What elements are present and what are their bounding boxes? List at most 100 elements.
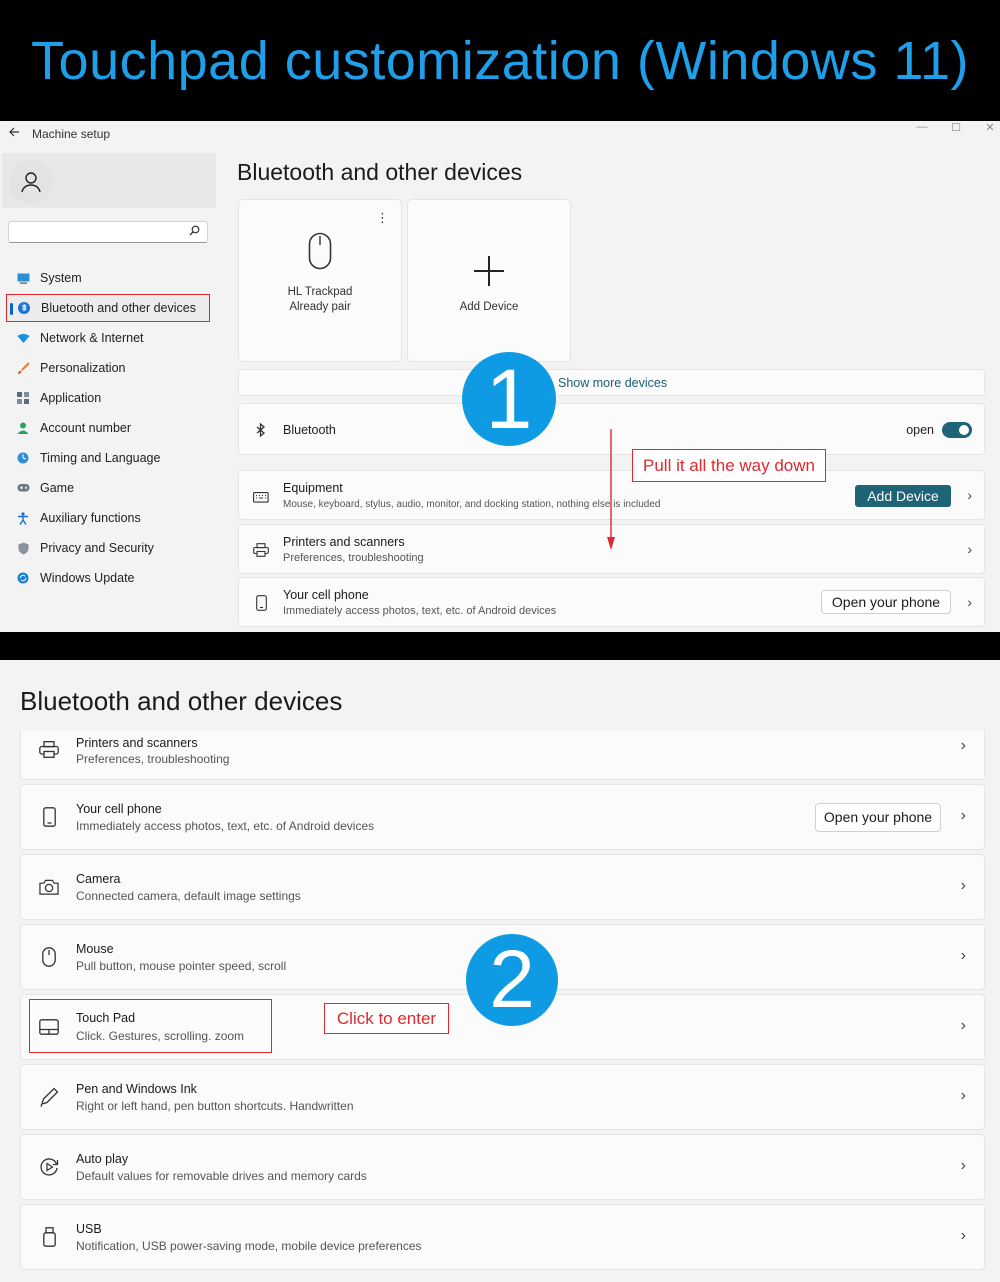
phone-sub: Immediately access photos, text, etc. of… <box>283 605 557 617</box>
maximize-icon[interactable]: ☐ <box>939 121 973 135</box>
chevron-right-icon: › <box>960 877 966 894</box>
touchpad-icon <box>39 1017 59 1037</box>
usb-sub: Notification, USB power-saving mode, mob… <box>76 1239 422 1253</box>
sidebar-item-application[interactable]: Application <box>6 383 210 413</box>
page-title: Bluetooth and other devices <box>20 686 343 716</box>
more-options-icon[interactable]: ⋮ <box>376 210 389 226</box>
search-input[interactable] <box>9 222 179 242</box>
chevron-right-icon: › <box>960 947 966 964</box>
accessibility-icon <box>16 511 30 525</box>
show-more-link[interactable]: Show more devices <box>558 376 667 390</box>
update-icon <box>16 571 30 585</box>
gamepad-icon <box>16 481 30 495</box>
autoplay-sub: Default values for removable drives and … <box>76 1169 367 1183</box>
sidebar-item-personalization[interactable]: Personalization <box>6 353 210 383</box>
printers-row[interactable]: Printers and scanners Preferences, troub… <box>20 730 985 780</box>
autoplay-icon <box>39 1157 59 1177</box>
monitor-icon <box>16 271 30 285</box>
shield-icon <box>16 541 30 555</box>
add-device-card[interactable]: Add Device <box>407 199 571 362</box>
device-status: Already pair <box>289 301 351 313</box>
arrow-down-icon <box>607 429 615 550</box>
keyboard-icon <box>253 488 269 504</box>
camera-sub: Connected camera, default image settings <box>76 889 301 903</box>
close-icon[interactable]: ✕ <box>973 121 1000 135</box>
bluetooth-toggle[interactable] <box>942 422 972 438</box>
minimize-icon[interactable]: — <box>905 121 939 135</box>
sidebar-item-accessibility[interactable]: Auxiliary functions <box>6 503 210 533</box>
bluetooth-icon <box>253 422 269 438</box>
sidebar-nav: System Bluetooth and other devices Netwo… <box>6 263 210 593</box>
open-phone-button[interactable]: Open your phone <box>815 803 941 832</box>
sidebar-item-game[interactable]: Game <box>6 473 210 503</box>
autoplay-row[interactable]: Auto play Default values for removable d… <box>20 1134 985 1200</box>
separator <box>0 632 1000 660</box>
printers-sub: Preferences, troubleshooting <box>76 752 230 766</box>
touchpad-highlight <box>29 999 272 1053</box>
autoplay-title: Auto play <box>76 1152 129 1166</box>
phone-icon <box>253 595 269 611</box>
chevron-right-icon: › <box>960 1087 966 1104</box>
search-icon[interactable] <box>189 225 200 239</box>
device-card-trackpad[interactable]: ⋮ HL Trackpad Already pair <box>238 199 402 362</box>
back-arrow-icon[interactable] <box>8 126 22 140</box>
apps-icon <box>16 391 30 405</box>
pen-row[interactable]: Pen and Windows Ink Right or left hand, … <box>20 1064 985 1130</box>
device-name: HL Trackpad <box>287 286 353 298</box>
phone-icon <box>39 807 59 827</box>
mouse-sub: Pull button, mouse pointer speed, scroll <box>76 959 287 973</box>
person-icon <box>16 421 30 435</box>
chevron-right-icon: › <box>960 1157 966 1174</box>
search-box <box>8 221 208 243</box>
avatar[interactable] <box>9 160 53 204</box>
sidebar-item-windows-update[interactable]: Windows Update <box>6 563 210 593</box>
sidebar-item-time-language[interactable]: Timing and Language <box>6 443 210 473</box>
step-1-badge: 1 <box>462 352 556 446</box>
pen-icon <box>39 1087 59 1107</box>
sidebar-item-label: System <box>40 271 82 285</box>
sidebar-item-account[interactable]: Account number <box>6 413 210 443</box>
usb-icon <box>39 1227 59 1247</box>
sidebar-item-label: Network & Internet <box>40 331 144 345</box>
sidebar-item-system[interactable]: System <box>6 263 210 293</box>
profile-box[interactable] <box>2 153 216 208</box>
phone-title: Your cell phone <box>76 802 162 816</box>
pen-title: Pen and Windows Ink <box>76 1082 197 1096</box>
settings-window-top: Machine setup — ☐ ✕ System Bluetooth and… <box>0 121 1000 632</box>
page-title: Bluetooth and other devices <box>237 159 523 185</box>
wifi-icon <box>16 331 30 345</box>
chevron-right-icon: › <box>967 487 972 503</box>
sidebar-item-label: Auxiliary functions <box>40 511 141 525</box>
mouse-icon <box>308 232 332 270</box>
add-device-button[interactable]: Add Device <box>855 485 951 507</box>
settings-window-bottom: Bluetooth and other devices Printers and… <box>0 660 1000 1282</box>
chevron-right-icon: › <box>960 1017 966 1034</box>
sidebar-item-network[interactable]: Network & Internet <box>6 323 210 353</box>
click-callout: Click to enter <box>324 1003 449 1034</box>
phone-sub: Immediately access photos, text, etc. of… <box>76 819 375 833</box>
chevron-right-icon: › <box>960 1227 966 1244</box>
app-title: Machine setup <box>32 127 111 141</box>
title-bar: Machine setup — ☐ ✕ <box>0 121 1000 149</box>
camera-icon <box>39 877 59 897</box>
mouse-title: Mouse <box>76 942 114 956</box>
open-phone-button[interactable]: Open your phone <box>821 590 951 614</box>
phone-row[interactable]: Your cell phone Immediately access photo… <box>20 784 985 850</box>
usb-title: USB <box>76 1222 102 1236</box>
plus-icon <box>474 256 504 286</box>
chevron-right-icon: › <box>967 541 972 557</box>
banner-title: Touchpad customization (Windows 11) <box>31 31 969 91</box>
sidebar-item-label: Windows Update <box>40 571 135 585</box>
phone-row[interactable]: Your cell phone Immediately access photo… <box>238 577 985 627</box>
chevron-right-icon: › <box>960 737 966 754</box>
sidebar-item-label: Timing and Language <box>40 451 161 465</box>
sidebar-item-privacy[interactable]: Privacy and Security <box>6 533 210 563</box>
sidebar-item-label: Account number <box>40 421 132 435</box>
user-icon <box>21 172 41 193</box>
usb-row[interactable]: USB Notification, USB power-saving mode,… <box>20 1204 985 1270</box>
camera-row[interactable]: Camera Connected camera, default image s… <box>20 854 985 920</box>
sidebar-item-label: Personalization <box>40 361 126 375</box>
sidebar-item-bluetooth[interactable]: Bluetooth and other devices <box>6 294 210 322</box>
printer-icon <box>253 542 269 558</box>
globe-icon <box>16 451 30 465</box>
